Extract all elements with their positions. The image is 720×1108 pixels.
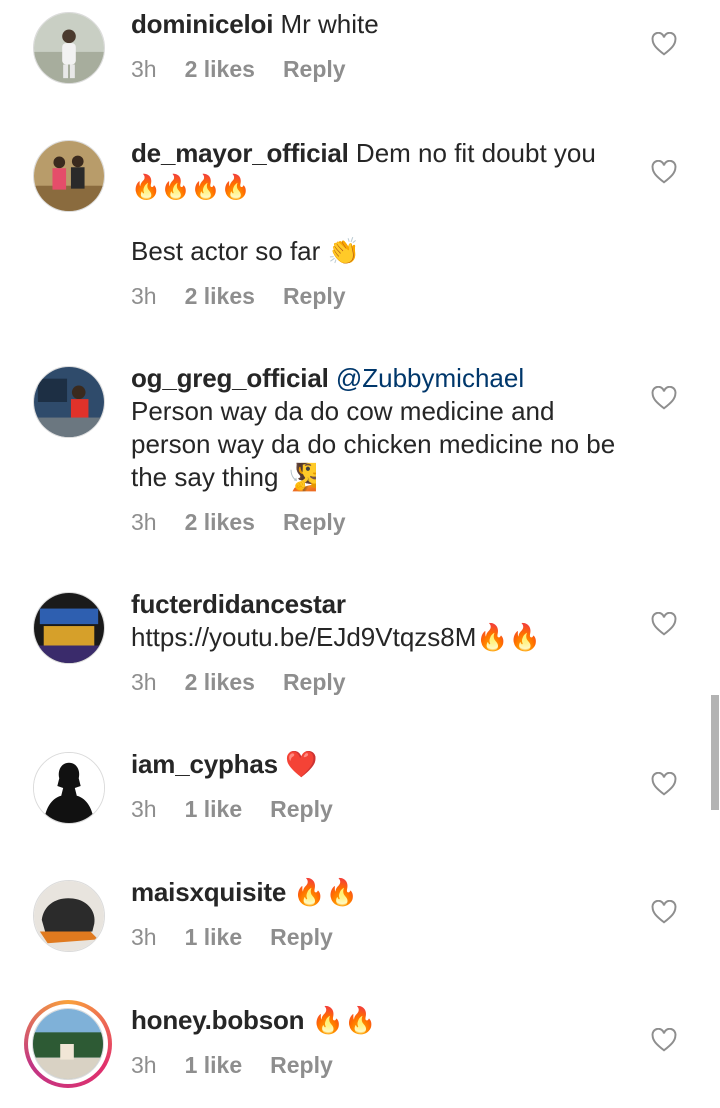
- comment-body: ❤️: [277, 749, 318, 779]
- comment-meta: 3h 1 like Reply: [131, 1052, 361, 1079]
- comment-meta: 3h 2 likes Reply: [131, 283, 374, 310]
- reply-button[interactable]: Reply: [283, 283, 346, 310]
- comment-body: 🔥🔥: [286, 877, 359, 907]
- comment-time: 3h: [131, 283, 157, 309]
- comment-text: iam_cyphas ❤️: [131, 748, 631, 781]
- comment-time: 3h: [131, 796, 157, 822]
- reply-button[interactable]: Reply: [283, 56, 346, 83]
- avatar[interactable]: [33, 752, 105, 824]
- avatar: [32, 1008, 104, 1080]
- heart-icon[interactable]: [651, 612, 677, 636]
- mention-link[interactable]: @Zubbymichael: [329, 363, 524, 393]
- comment-meta: 3h 1 like Reply: [131, 924, 361, 951]
- reply-button[interactable]: Reply: [270, 1052, 333, 1079]
- comment-time: 3h: [131, 56, 157, 82]
- likes-count[interactable]: 1 like: [185, 796, 243, 823]
- reply-button[interactable]: Reply: [270, 924, 333, 951]
- comment-text: og_greg_official @Zubbymichael Person wa…: [131, 362, 631, 494]
- comment-body[interactable]: https://youtu.be/EJd9Vtqzs8M🔥🔥: [131, 622, 541, 652]
- heart-icon[interactable]: [651, 32, 677, 56]
- likes-count[interactable]: 2 likes: [185, 283, 255, 310]
- comment-time: 3h: [131, 509, 157, 535]
- comment-text: maisxquisite 🔥🔥: [131, 876, 631, 909]
- comment-username[interactable]: og_greg_official: [131, 363, 329, 393]
- likes-count[interactable]: 2 likes: [185, 509, 255, 536]
- comment-meta: 3h 2 likes Reply: [131, 509, 374, 536]
- reply-button[interactable]: Reply: [270, 796, 333, 823]
- comment-body: Mr white: [273, 9, 379, 39]
- likes-count[interactable]: 2 likes: [185, 669, 255, 696]
- comment-emojis: 🔥🔥🔥🔥: [131, 174, 251, 201]
- avatar[interactable]: [33, 592, 105, 664]
- avatar[interactable]: [33, 880, 105, 952]
- comment-meta: 3h 2 likes Reply: [131, 669, 374, 696]
- scrollbar[interactable]: [711, 695, 719, 810]
- comment-body: 🔥🔥: [304, 1005, 377, 1035]
- heart-icon[interactable]: [651, 1028, 677, 1052]
- comment-time: 3h: [131, 669, 157, 695]
- likes-count[interactable]: 2 likes: [185, 56, 255, 83]
- comment-text: fucterdidancestar https://youtu.be/EJd9V…: [131, 588, 631, 654]
- comment-time: 3h: [131, 1052, 157, 1078]
- comment-meta: 3h 2 likes Reply: [131, 56, 374, 83]
- heart-icon[interactable]: [651, 386, 677, 410]
- comment-body: Person way da do cow medicine and person…: [131, 396, 616, 492]
- comment-username[interactable]: fucterdidancestar: [131, 589, 346, 619]
- comment-body-line2: Best actor so far 👏: [131, 236, 360, 266]
- comment-meta: 3h 1 like Reply: [131, 796, 361, 823]
- avatar[interactable]: [33, 140, 105, 212]
- comment-time: 3h: [131, 924, 157, 950]
- comment-username[interactable]: de_mayor_official: [131, 138, 349, 168]
- avatar[interactable]: [33, 12, 105, 84]
- avatar[interactable]: [33, 366, 105, 438]
- comment-text: de_mayor_official Dem no fit doubt you 🔥…: [131, 137, 631, 268]
- heart-icon[interactable]: [651, 772, 677, 796]
- comment-text: dominiceloi Mr white: [131, 8, 631, 41]
- heart-icon[interactable]: [651, 900, 677, 924]
- reply-button[interactable]: Reply: [283, 509, 346, 536]
- comment-username[interactable]: maisxquisite: [131, 877, 286, 907]
- reply-button[interactable]: Reply: [283, 669, 346, 696]
- comment-text: honey.bobson 🔥🔥: [131, 1004, 631, 1037]
- likes-count[interactable]: 1 like: [185, 1052, 243, 1079]
- comment-username[interactable]: honey.bobson: [131, 1005, 305, 1035]
- comment-body: Dem no fit doubt you: [348, 138, 596, 168]
- heart-icon[interactable]: [651, 160, 677, 184]
- likes-count[interactable]: 1 like: [185, 924, 243, 951]
- comment-username[interactable]: iam_cyphas: [131, 749, 278, 779]
- comment-username[interactable]: dominiceloi: [131, 9, 273, 39]
- story-ring[interactable]: [24, 1000, 112, 1088]
